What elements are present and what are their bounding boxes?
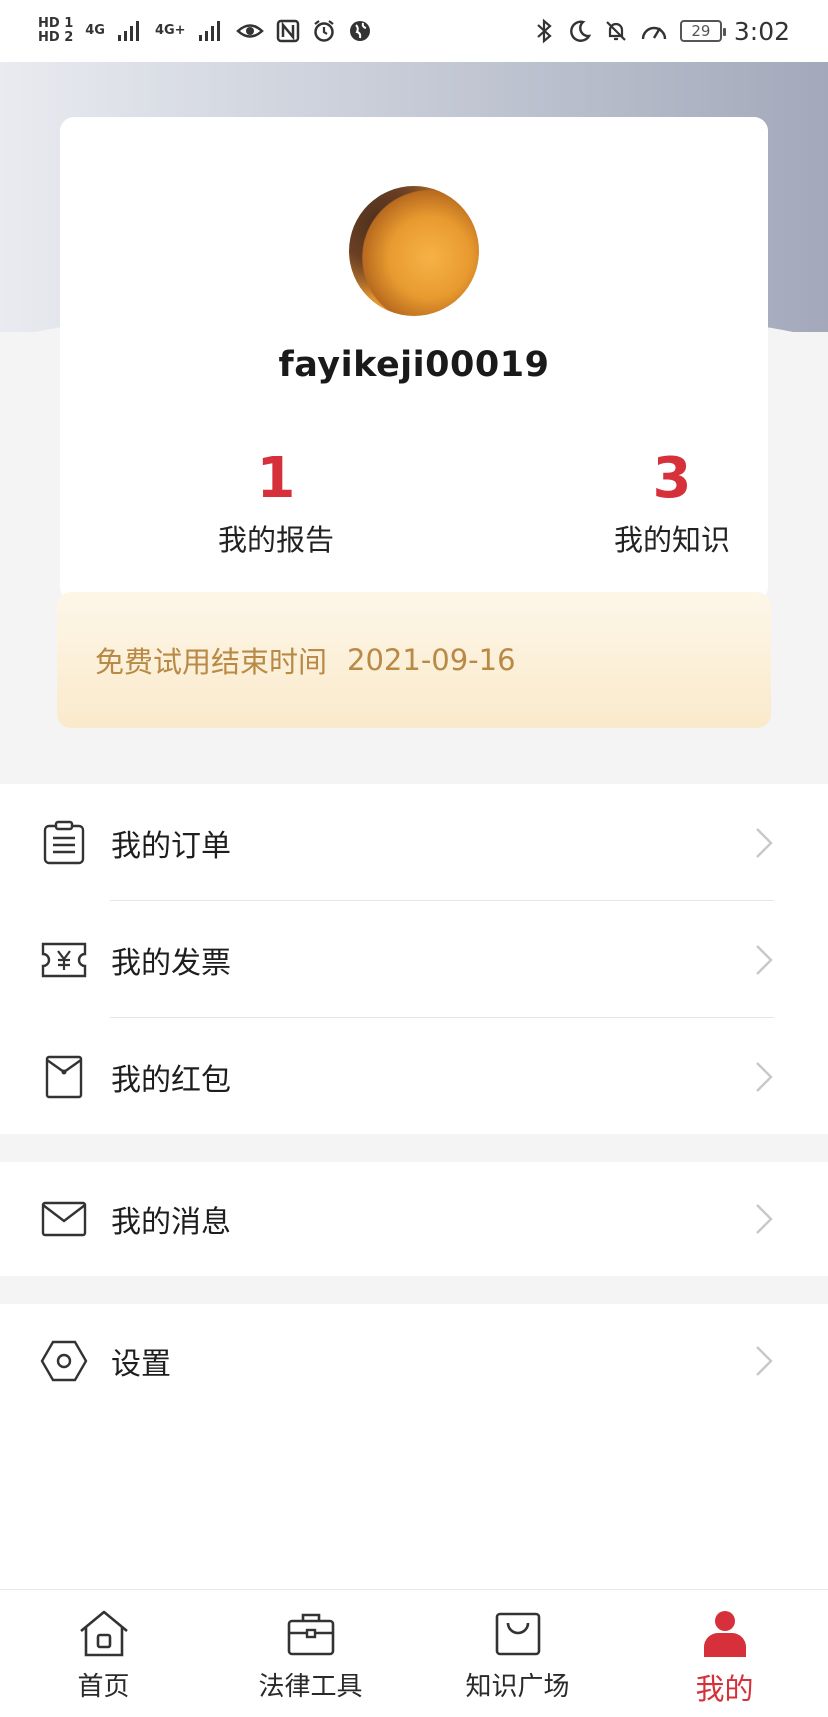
menu-item-settings[interactable]: 设置 <box>0 1304 828 1418</box>
trial-label: 免费试用结束时间 <box>95 645 328 679</box>
stat-my-knowledge[interactable]: 3 我的知识 <box>562 446 782 559</box>
briefcase-icon <box>283 1608 339 1660</box>
menu-item-invoices[interactable]: 我的发票 <box>0 901 828 1018</box>
bottom-nav: 首页 法律工具 知识广场 我的 <box>0 1589 828 1717</box>
nav-label-mine: 我的 <box>695 1672 754 1706</box>
menu-label-red-packets: 我的红包 <box>111 1062 231 1098</box>
shopping-bag-icon <box>490 1608 546 1660</box>
home-icon <box>76 1608 132 1660</box>
menu-label-invoices: 我的发票 <box>111 945 231 981</box>
user-icon <box>697 1608 753 1660</box>
status-bar: HD 1 HD 2 4G 4G+ 29 3:02 <box>0 0 828 62</box>
battery-level: 29 <box>691 22 711 40</box>
network-1-label: 4G <box>85 23 105 39</box>
chevron-right-icon <box>756 827 773 858</box>
hd-badges: HD 1 HD 2 <box>38 17 73 44</box>
menu-label-messages: 我的消息 <box>111 1205 231 1240</box>
nav-item-home[interactable]: 首页 <box>0 1590 207 1717</box>
alarm-icon <box>313 20 334 42</box>
nav-label-home: 首页 <box>77 1672 130 1702</box>
menu-group-messages: 我的消息 <box>0 1162 828 1276</box>
invoice-ticket-icon <box>40 936 88 984</box>
nfc-icon <box>276 19 299 43</box>
mute-bell-icon <box>606 21 626 41</box>
mail-icon <box>40 1195 88 1243</box>
trial-banner: 免费试用结束时间 2021-09-16 <box>57 592 771 728</box>
status-time: 3:02 <box>733 16 790 46</box>
menu-item-red-packets[interactable]: 我的红包 <box>0 1018 828 1135</box>
moon-icon <box>569 20 592 42</box>
hd2-badge: HD 2 <box>38 30 74 45</box>
nav-label-legal-tools: 法律工具 <box>258 1672 363 1702</box>
signal-icon <box>198 21 220 41</box>
hexagon-settings-icon <box>40 1337 88 1385</box>
red-envelope-icon <box>40 1053 88 1101</box>
bluetooth-icon <box>537 18 552 44</box>
eye-icon <box>235 24 264 38</box>
hd1-badge: HD 1 <box>38 16 74 32</box>
stat-reports-label: 我的报告 <box>217 523 334 558</box>
chevron-right-icon <box>756 1204 773 1234</box>
menu-label-orders: 我的订单 <box>111 828 231 864</box>
battery-icon: 29 <box>679 20 726 42</box>
stat-reports-value: 1 <box>256 446 296 511</box>
trial-date: 2021-09-16 <box>347 643 516 677</box>
status-left: HD 1 HD 2 4G 4G+ <box>38 17 372 44</box>
nav-item-legal-tools[interactable]: 法律工具 <box>207 1590 414 1717</box>
chevron-right-icon <box>756 1346 773 1376</box>
stat-my-reports[interactable]: 1 我的报告 <box>166 446 386 559</box>
signal-icon <box>117 21 139 41</box>
chevron-right-icon <box>756 944 773 975</box>
chevron-right-icon <box>756 1061 773 1092</box>
username: fayikeji00019 <box>278 345 550 385</box>
menu-item-orders[interactable]: 我的订单 <box>0 784 828 901</box>
nav-label-knowledge-square: 知识广场 <box>465 1672 570 1702</box>
avatar[interactable] <box>349 186 479 316</box>
globe-icon <box>349 21 370 41</box>
nav-item-knowledge-square[interactable]: 知识广场 <box>414 1590 621 1717</box>
nav-item-mine[interactable]: 我的 <box>621 1590 828 1717</box>
status-right: 29 3:02 <box>534 17 790 46</box>
stat-knowledge-label: 我的知识 <box>613 523 730 558</box>
menu-group-orders: 我的订单 我的发票 我的红包 <box>0 784 828 1134</box>
speed-icon <box>641 26 667 40</box>
network-2-label: 4G+ <box>154 23 186 39</box>
menu-item-messages[interactable]: 我的消息 <box>0 1162 828 1276</box>
menu-label-settings: 设置 <box>111 1347 171 1382</box>
clipboard-icon <box>40 819 88 867</box>
stat-knowledge-value: 3 <box>652 446 692 511</box>
profile-card: fayikeji00019 1 我的报告 3 我的知识 <box>60 117 768 601</box>
